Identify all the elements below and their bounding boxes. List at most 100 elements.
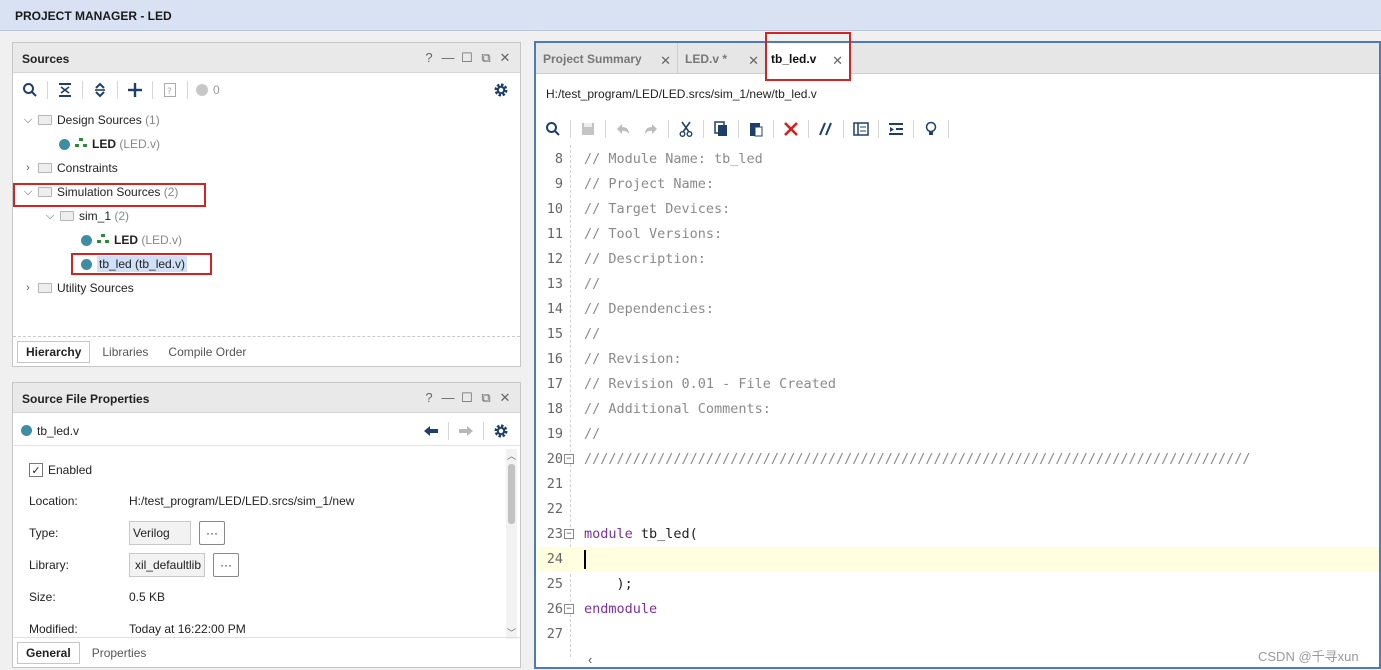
- tree-design-led[interactable]: LED (LED.v): [59, 132, 160, 156]
- code-line[interactable]: 23− module tb_led(: [536, 522, 1379, 547]
- float-icon[interactable]: ⧉: [479, 50, 493, 66]
- line-number: 11: [546, 226, 563, 242]
- redo-icon[interactable]: [640, 118, 662, 140]
- settings-gear-icon[interactable]: [490, 420, 512, 442]
- fold-toggle-icon[interactable]: −: [564, 604, 574, 614]
- code-line[interactable]: 10 // Target Devices:: [536, 197, 1379, 222]
- code-area[interactable]: 8 // Module Name: tb_led 9 // Project Name:…: [536, 145, 1379, 657]
- add-sources-icon[interactable]: [124, 79, 146, 101]
- code-line[interactable]: 12 // Description:: [536, 247, 1379, 272]
- copy-icon[interactable]: [710, 118, 732, 140]
- fold-toggle-icon[interactable]: −: [564, 454, 574, 464]
- code-text: // Dependencies:: [584, 301, 715, 317]
- tab-general[interactable]: General: [17, 641, 80, 664]
- tab-led-v[interactable]: LED.v * ✕: [678, 43, 766, 74]
- code-line[interactable]: 27: [536, 622, 1379, 647]
- chevron-right-icon[interactable]: ›: [21, 282, 35, 294]
- enabled-checkbox[interactable]: ✓: [29, 463, 43, 477]
- enabled-row: ✓ Enabled: [29, 459, 92, 481]
- maximize-icon[interactable]: ☐: [460, 50, 474, 66]
- minimize-icon[interactable]: —: [441, 390, 455, 406]
- horizontal-scroll-left[interactable]: ‹: [588, 652, 592, 667]
- tab-project-summary[interactable]: Project Summary ✕: [536, 43, 678, 74]
- tree-sim-1[interactable]: ⌵ sim_1 (2): [43, 204, 129, 228]
- code-line[interactable]: 22: [536, 497, 1379, 522]
- scrollbar-thumb[interactable]: [508, 464, 515, 524]
- type-label: Type:: [29, 526, 59, 540]
- search-icon[interactable]: [19, 79, 41, 101]
- delete-icon[interactable]: [780, 118, 802, 140]
- cut-icon[interactable]: [675, 118, 697, 140]
- code-line[interactable]: 9 // Project Name:: [536, 172, 1379, 197]
- code-line[interactable]: 8 // Module Name: tb_led: [536, 147, 1379, 172]
- properties-panel: Source File Properties ? — ☐ ⧉ ✕ tb_led.…: [12, 382, 521, 668]
- forward-arrow-icon[interactable]: [455, 420, 477, 442]
- close-tab-icon[interactable]: ✕: [748, 53, 759, 69]
- code-line[interactable]: 21: [536, 472, 1379, 497]
- hierarchy-icon: [75, 137, 87, 151]
- minimize-icon[interactable]: —: [441, 50, 455, 66]
- properties-scrollbar[interactable]: ︿ ﹀: [506, 449, 517, 639]
- keyword: endmodule: [584, 601, 658, 617]
- library-field[interactable]: xil_defaultlib: [129, 553, 205, 577]
- tree-design-sources[interactable]: ⌵ Design Sources (1): [21, 108, 160, 132]
- highlight-tb-led-tab: [765, 32, 851, 81]
- help-icon[interactable]: ?: [422, 390, 436, 406]
- code-line[interactable]: 20−/////////////////////////////////////…: [536, 447, 1379, 472]
- code-line[interactable]: 24: [536, 547, 1379, 572]
- float-icon[interactable]: ⧉: [479, 390, 493, 406]
- tab-properties[interactable]: Properties: [84, 643, 155, 663]
- tree-utility-sources[interactable]: › Utility Sources: [21, 276, 134, 300]
- code-line[interactable]: 26− endmodule: [536, 597, 1379, 622]
- close-tab-icon[interactable]: ✕: [660, 53, 671, 69]
- tab-hierarchy[interactable]: Hierarchy: [17, 340, 91, 363]
- help-icon[interactable]: ?: [422, 50, 436, 66]
- line-number: 20: [546, 451, 563, 467]
- undo-icon[interactable]: [612, 118, 634, 140]
- indent-icon[interactable]: [885, 118, 907, 140]
- close-icon[interactable]: ✕: [498, 50, 512, 66]
- lightbulb-icon[interactable]: [920, 118, 942, 140]
- toggle-comment-icon[interactable]: [815, 118, 837, 140]
- save-icon[interactable]: [577, 118, 599, 140]
- code-text: // Additional Comments:: [584, 401, 771, 417]
- type-field[interactable]: Verilog: [129, 521, 191, 545]
- code-text: endmodule: [584, 597, 657, 622]
- code-line[interactable]: 25 );: [536, 572, 1379, 597]
- search-icon[interactable]: [542, 118, 564, 140]
- code-text: // Tool Versions:: [584, 226, 723, 242]
- library-more-button[interactable]: ···: [213, 553, 239, 577]
- code-text: //: [584, 426, 601, 442]
- tree-sim-led[interactable]: LED (LED.v): [81, 228, 182, 252]
- unknown-file-icon[interactable]: ?: [159, 79, 181, 101]
- close-icon[interactable]: ✕: [498, 390, 512, 406]
- settings-gear-icon[interactable]: [490, 79, 512, 101]
- modified-label: Modified:: [29, 622, 78, 636]
- tree-constraints[interactable]: › Constraints: [21, 156, 118, 180]
- editor-toolbar: [536, 114, 1379, 144]
- type-more-button[interactable]: ···: [199, 521, 225, 545]
- chevron-right-icon[interactable]: ›: [21, 162, 35, 174]
- properties-title: Source File Properties: [22, 392, 150, 406]
- fold-toggle-icon[interactable]: −: [564, 529, 574, 539]
- code-line[interactable]: 11 // Tool Versions:: [536, 222, 1379, 247]
- code-line[interactable]: 16 // Revision:: [536, 347, 1379, 372]
- code-line[interactable]: 15 //: [536, 322, 1379, 347]
- paste-icon[interactable]: [745, 118, 767, 140]
- maximize-icon[interactable]: ☐: [460, 390, 474, 406]
- tab-compile-order[interactable]: Compile Order: [160, 342, 254, 362]
- chevron-down-icon[interactable]: ⌵: [21, 114, 35, 127]
- code-line[interactable]: 13 //: [536, 272, 1379, 297]
- block-icon[interactable]: [850, 118, 872, 140]
- chevron-down-icon[interactable]: ⌵: [43, 210, 57, 223]
- code-text: // Description:: [584, 251, 706, 267]
- back-arrow-icon[interactable]: [420, 420, 442, 442]
- collapse-all-icon[interactable]: [54, 79, 76, 101]
- code-line[interactable]: 18 // Additional Comments:: [536, 397, 1379, 422]
- tab-libraries[interactable]: Libraries: [94, 342, 156, 362]
- code-line[interactable]: 17 // Revision 0.01 - File Created: [536, 372, 1379, 397]
- line-number: 25: [546, 576, 563, 592]
- code-line[interactable]: 19 //: [536, 422, 1379, 447]
- code-line[interactable]: 14 // Dependencies:: [536, 297, 1379, 322]
- expand-all-icon[interactable]: [89, 79, 111, 101]
